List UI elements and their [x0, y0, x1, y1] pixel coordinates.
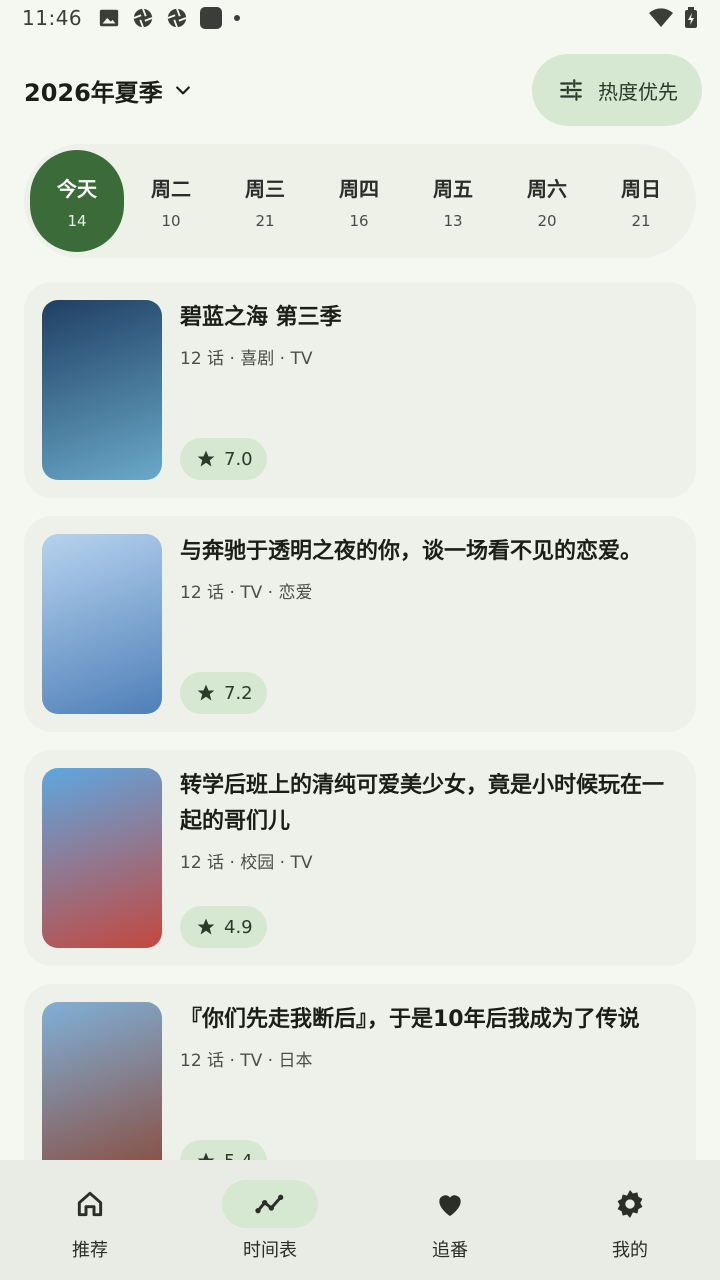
wifi-icon: [649, 8, 673, 27]
tab-tuesday[interactable]: 周二 10: [124, 150, 218, 252]
tab-day-name: 周五: [433, 176, 473, 201]
sort-button[interactable]: 热度优先: [532, 54, 702, 126]
star-icon: [197, 450, 215, 467]
status-time: 11:46: [22, 6, 83, 30]
home-icon: [77, 1191, 103, 1217]
star-icon: [197, 918, 215, 935]
tab-wednesday[interactable]: 周三 21: [218, 150, 312, 252]
tab-day-count: 13: [443, 211, 463, 230]
chevron-down-icon: [175, 86, 190, 95]
tab-day-name: 周三: [245, 176, 285, 201]
season-label: 2026年夏季: [24, 78, 163, 107]
tab-day-count: 10: [161, 211, 181, 230]
tab-friday[interactable]: 周五 13: [406, 150, 500, 252]
heart-icon: [439, 1195, 461, 1216]
anime-title: 『你们先走我断后』，于是10年后我成为了传说: [180, 1007, 640, 1032]
tab-day-name: 周六: [527, 176, 567, 201]
battery-icon: [685, 7, 697, 28]
status-bar: 11:46: [0, 0, 720, 36]
anime-list: 碧蓝之海 第三季 12 话 · 喜剧 · TV 7.0 与奔驰于透明之夜的你，谈…: [24, 282, 696, 1218]
tab-day-count: 21: [631, 211, 651, 230]
anime-meta: 12 话 · TV · 恋爱: [180, 583, 313, 603]
tab-day-name: 今天: [57, 176, 97, 201]
anime-meta: 12 话 · 校园 · TV: [180, 853, 313, 873]
trend-icon: [255, 1194, 284, 1214]
anime-card[interactable]: 与奔驰于透明之夜的你，谈一场看不见的恋爱。 12 话 · TV · 恋爱 7.2: [24, 516, 696, 732]
anime-meta: 12 话 · TV · 日本: [180, 1051, 313, 1071]
anime-title: 转学后班上的清纯可爱美少女，竟是小时候玩在一起的哥们儿: [180, 773, 665, 834]
rating-badge: 7.0: [180, 438, 267, 480]
nav-following[interactable]: 追番: [360, 1160, 540, 1280]
gear-icon: [617, 1190, 643, 1218]
tab-saturday[interactable]: 周六 20: [500, 150, 594, 252]
nav-label: 我的: [612, 1240, 648, 1261]
tab-day-name: 周日: [621, 176, 661, 201]
nav-label: 时间表: [243, 1240, 297, 1261]
weekday-tabs: 今天 14 周二 10 周三 21 周四 16 周五 13 周六 20 周日 2…: [24, 144, 696, 258]
tab-sunday[interactable]: 周日 21: [594, 150, 688, 252]
tab-day-count: 16: [349, 211, 369, 230]
poster-image: [42, 768, 162, 948]
tab-day-count: 14: [67, 211, 87, 230]
rating-value: 4.9: [224, 916, 253, 938]
tab-day-name: 周二: [151, 176, 191, 201]
nav-schedule[interactable]: 时间表: [180, 1160, 360, 1280]
nav-label: 追番: [432, 1240, 468, 1261]
bottom-navigation: 推荐 时间表 追番 我的: [0, 1160, 720, 1280]
tab-thursday[interactable]: 周四 16: [312, 150, 406, 252]
nav-label: 推荐: [72, 1240, 108, 1261]
anime-card[interactable]: 碧蓝之海 第三季 12 话 · 喜剧 · TV 7.0: [24, 282, 696, 498]
tab-day-count: 20: [537, 211, 557, 230]
header: 2026年夏季 热度优先: [0, 54, 720, 126]
tune-icon: [560, 79, 582, 101]
anime-title: 与奔驰于透明之夜的你，谈一场看不见的恋爱。: [180, 539, 643, 564]
sort-label: 热度优先: [598, 79, 678, 104]
poster-image: [42, 534, 162, 714]
anime-meta: 12 话 · 喜剧 · TV: [180, 349, 313, 369]
rating-badge: 7.2: [180, 672, 267, 714]
rating-value: 7.0: [224, 448, 253, 470]
nav-profile[interactable]: 我的: [540, 1160, 720, 1280]
anime-title: 碧蓝之海 第三季: [180, 305, 342, 330]
anime-card[interactable]: 转学后班上的清纯可爱美少女，竟是小时候玩在一起的哥们儿 12 话 · 校园 · …: [24, 750, 696, 966]
tab-day-count: 21: [255, 211, 275, 230]
tab-today[interactable]: 今天 14: [30, 150, 124, 252]
tab-day-name: 周四: [339, 176, 379, 201]
rating-value: 7.2: [224, 682, 253, 704]
rating-badge: 4.9: [180, 906, 267, 948]
nav-recommend[interactable]: 推荐: [0, 1160, 180, 1280]
image-icon: [99, 9, 119, 27]
star-icon: [197, 684, 215, 701]
more-notifications-icon: [234, 15, 241, 21]
aperture-icon-2: [167, 8, 187, 28]
aperture-icon: [133, 8, 153, 28]
poster-image: [42, 300, 162, 480]
poster-image: [42, 1002, 162, 1182]
app-notification-icon: [200, 7, 223, 29]
season-selector[interactable]: 2026年夏季: [24, 73, 193, 108]
